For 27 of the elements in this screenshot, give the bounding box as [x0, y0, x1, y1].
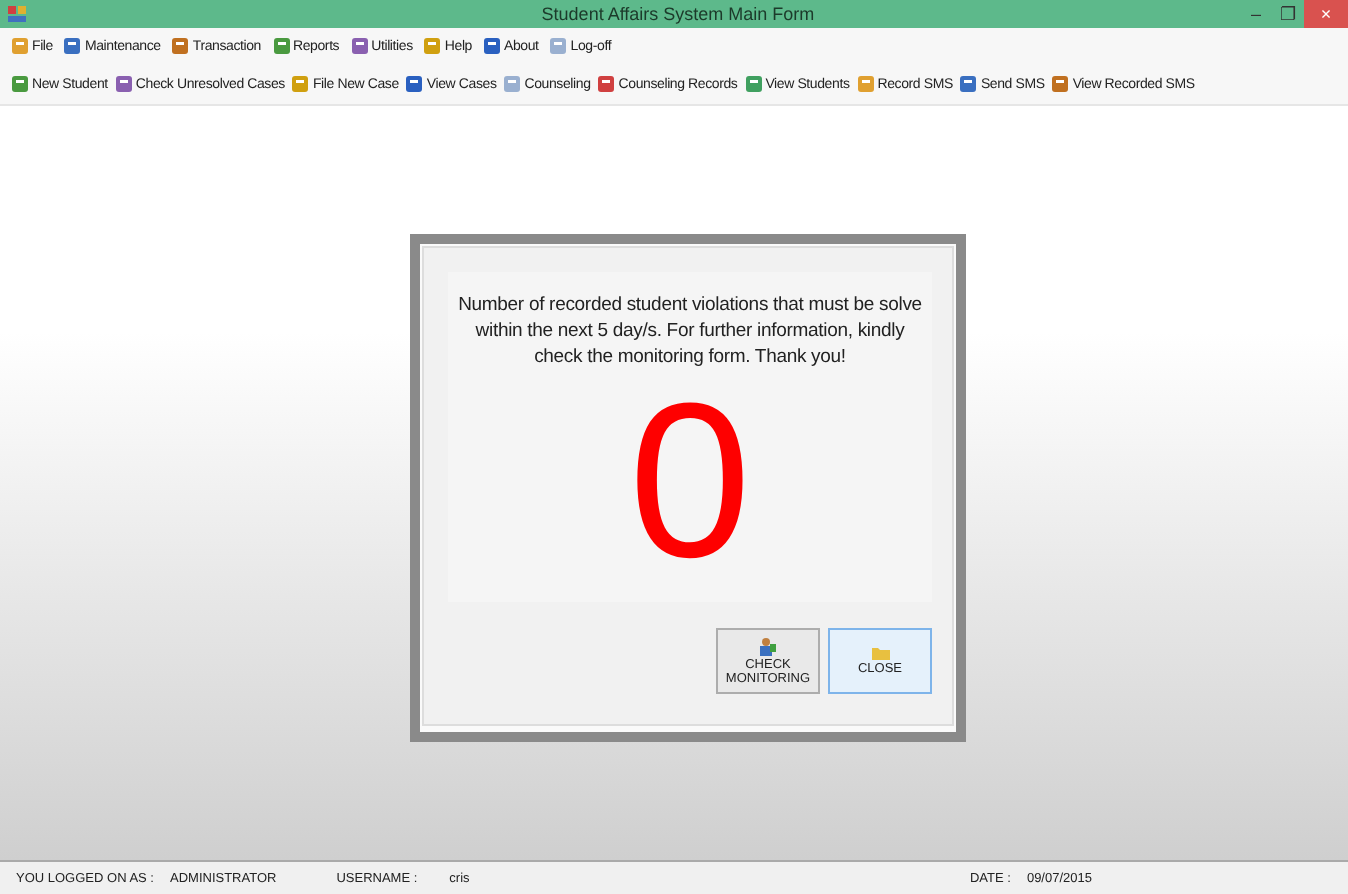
violation-count: 0: [628, 382, 752, 582]
message-text: Number of recorded student violations that must be solve within the next 5 day/s. For further information, kindly check the monitoring form. Thank you!: [456, 292, 924, 370]
close-button[interactable]: ×: [1304, 0, 1348, 28]
maximize-button[interactable]: ❐: [1272, 0, 1304, 28]
menu-icon: [550, 38, 567, 54]
toolbar-icon: [115, 76, 132, 92]
toolbar-icon: [12, 76, 28, 92]
menu-icon: [273, 38, 289, 54]
people-icon: [760, 637, 776, 655]
minimize-button[interactable]: –: [1240, 0, 1272, 28]
menu-icon: [424, 38, 441, 54]
toolbar-icon: [292, 76, 309, 92]
menu-icon: [12, 38, 28, 54]
menu-icon: [172, 38, 189, 54]
app-icon: [8, 4, 28, 24]
folder-icon: [871, 646, 889, 660]
toolbar-icon: [504, 76, 521, 92]
toolbar-icon: [857, 76, 874, 92]
toolbar-icon: [1052, 76, 1069, 92]
toolbar-icon: [745, 76, 762, 92]
menu-icon: [64, 38, 81, 54]
toolbar-icon: [406, 76, 423, 92]
menu-icon: [484, 38, 500, 54]
window-title: Student Affairs System Main Form: [541, 4, 815, 24]
toolbar-icon: [598, 76, 615, 92]
menu-icon: [351, 38, 368, 54]
toolbar-icon: [960, 76, 977, 92]
